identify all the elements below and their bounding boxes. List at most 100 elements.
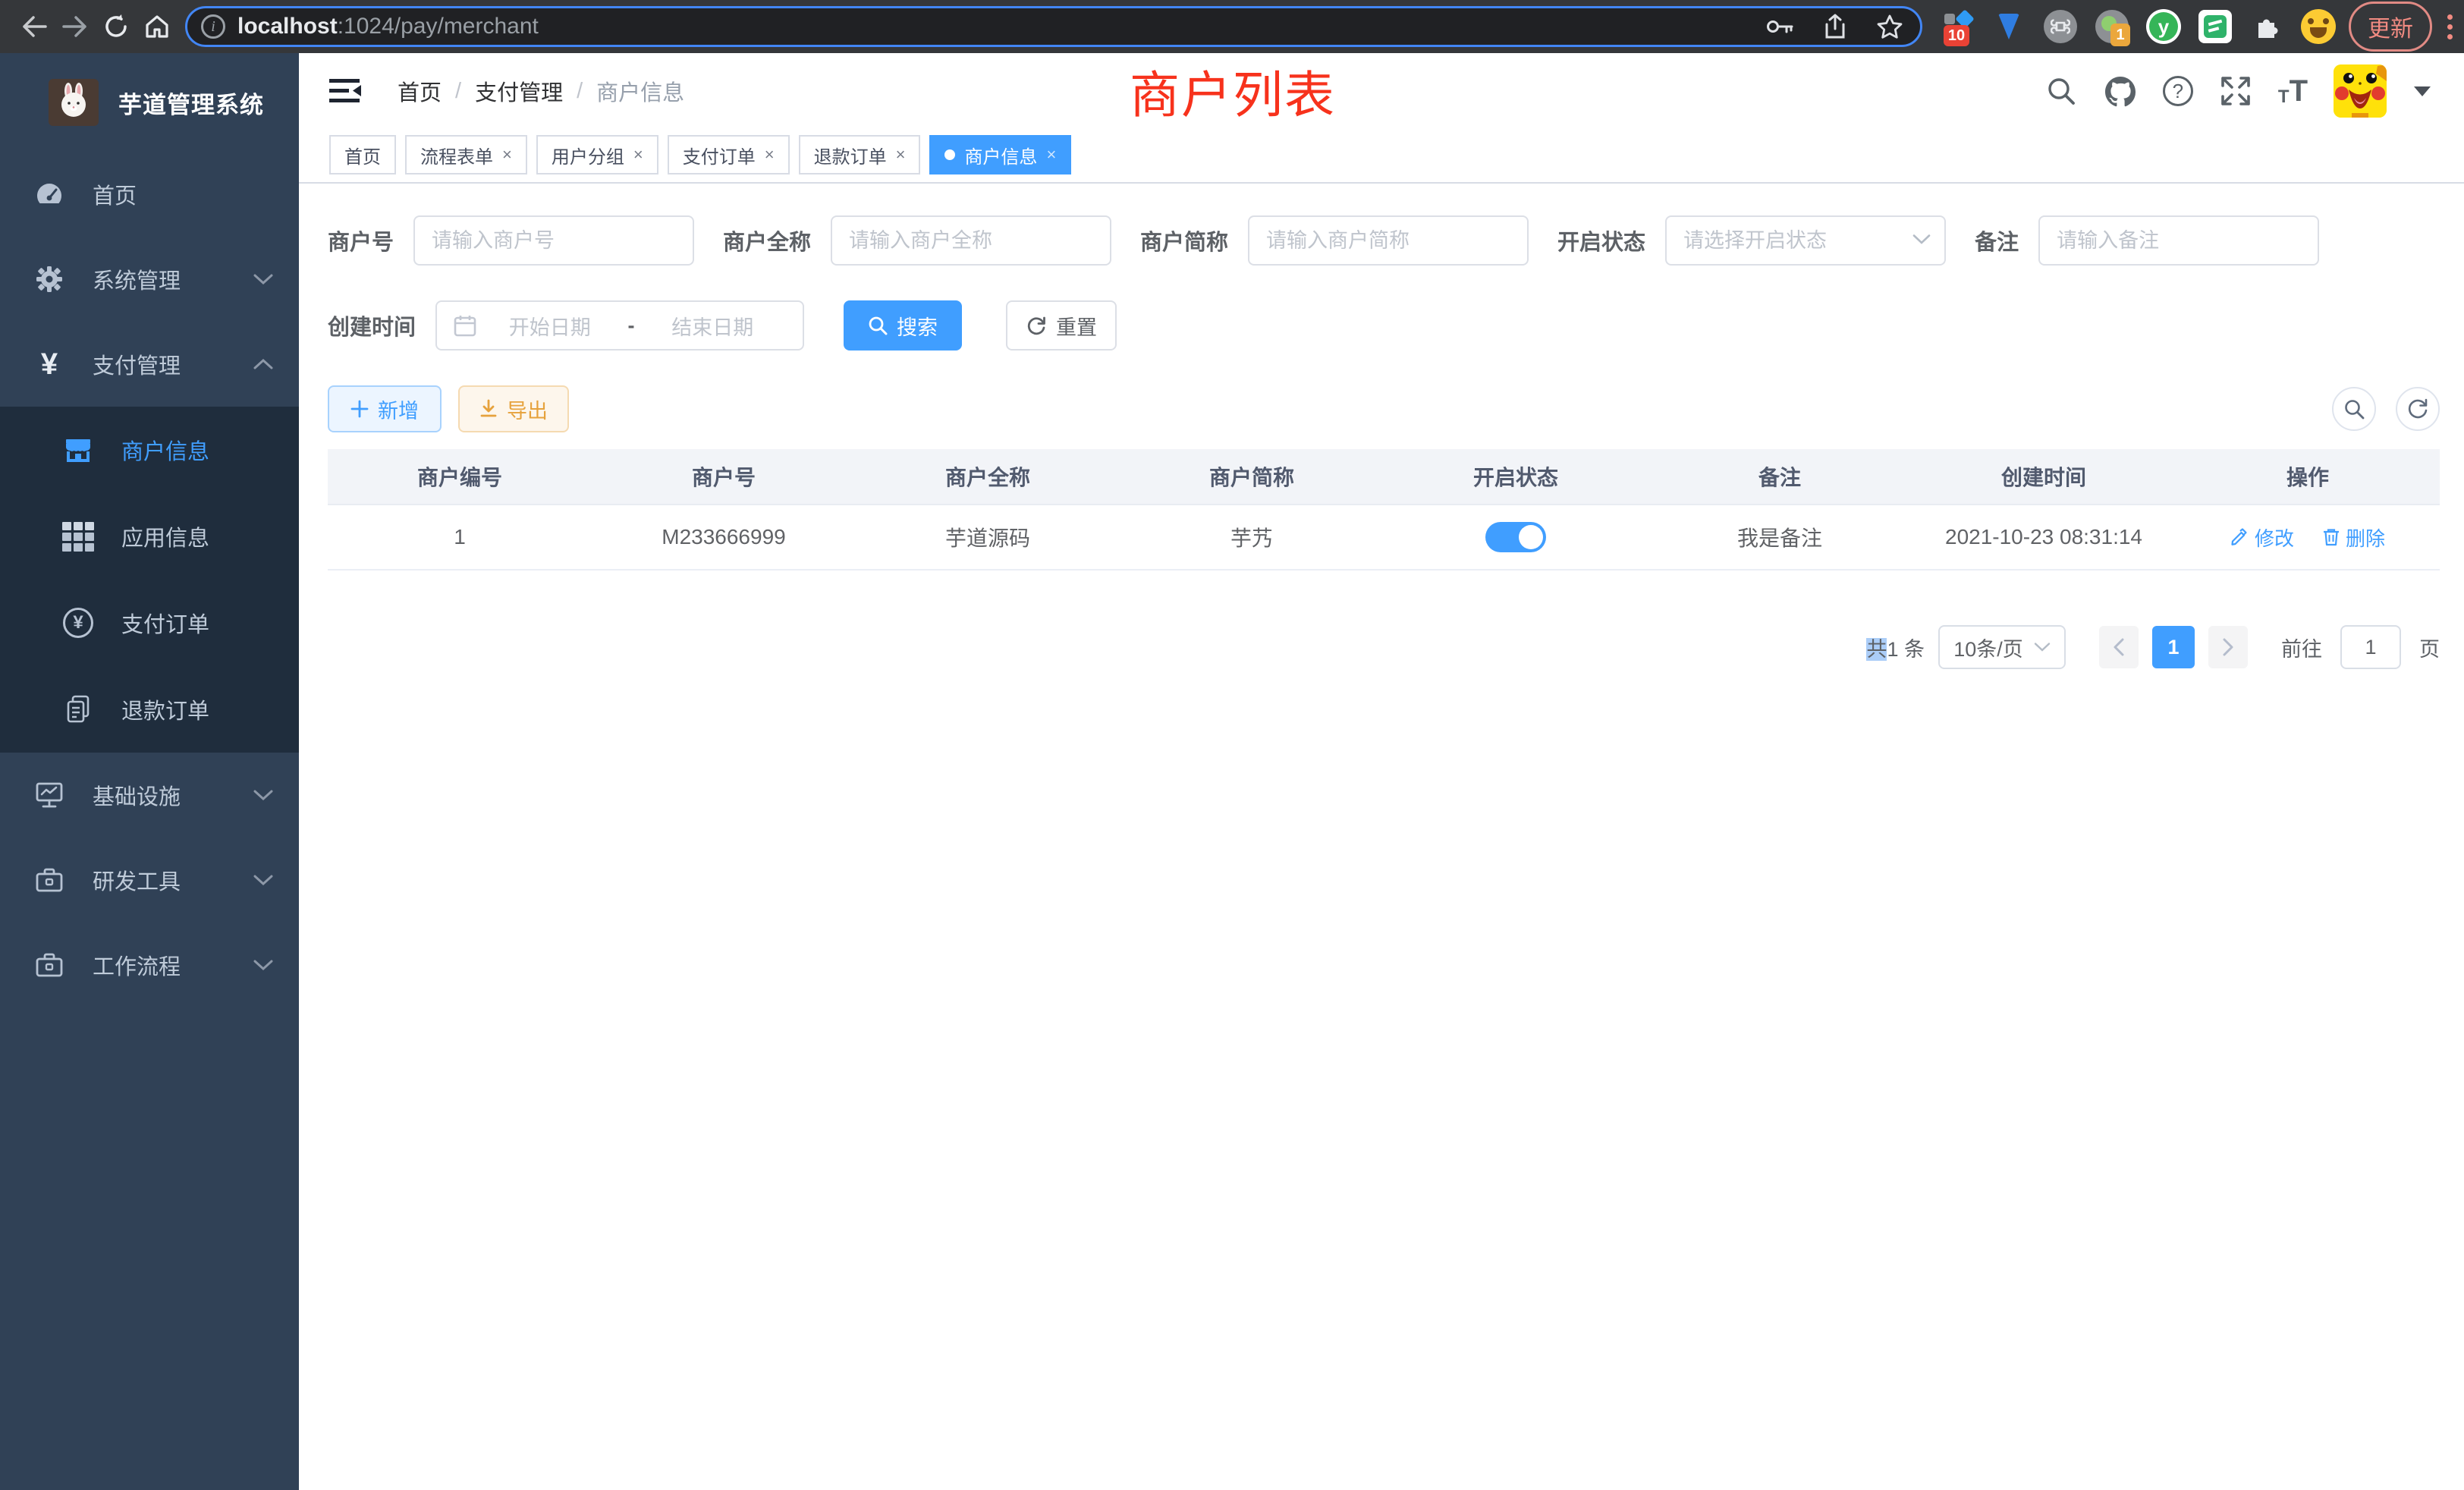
merchant-fullname-input[interactable] — [831, 215, 1111, 266]
status-select[interactable] — [1665, 215, 1946, 266]
password-key-icon[interactable] — [1764, 10, 1797, 43]
help-icon[interactable]: ? — [2163, 76, 2193, 106]
extensions-area: 10 1 y — [1939, 8, 2337, 45]
close-icon[interactable]: × — [502, 145, 512, 165]
tag-pay-order[interactable]: 支付订单× — [668, 135, 790, 174]
page-info-icon[interactable]: i — [201, 14, 225, 39]
goto-page-input[interactable] — [2340, 625, 2401, 669]
cell-merchant-no: M233666999 — [592, 525, 856, 549]
browser-update-button[interactable]: 更新 — [2349, 2, 2432, 52]
profile-emoji-avatar[interactable] — [2300, 8, 2337, 45]
sidebar-item-workflow[interactable]: 工作流程 — [0, 923, 299, 1007]
breadcrumb-pay[interactable]: 支付管理 — [475, 75, 563, 107]
prev-page-button[interactable] — [2099, 626, 2139, 668]
sidebar-item-refund-order[interactable]: 退款订单 — [0, 666, 299, 753]
pagination: 共1 条 10条/页 1 前往 页 — [328, 625, 2440, 669]
refresh-table-icon[interactable] — [2396, 387, 2440, 431]
date-start-placeholder[interactable]: 开始日期 — [476, 311, 624, 341]
delete-link[interactable]: 删除 — [2323, 523, 2385, 552]
browser-home-button[interactable] — [137, 6, 178, 47]
search-button[interactable]: 搜索 — [844, 300, 962, 350]
date-end-placeholder[interactable]: 结束日期 — [640, 311, 787, 341]
fullscreen-icon[interactable] — [2219, 74, 2252, 108]
chevron-down-icon — [253, 789, 273, 801]
sidebar-item-home[interactable]: 首页 — [0, 152, 299, 237]
page-number-1[interactable]: 1 — [2152, 626, 2195, 668]
page-header: 首页 / 支付管理 / 商户信息 商户列表 ? TT — [299, 53, 2464, 129]
edit-link[interactable]: 修改 — [2230, 523, 2294, 552]
remark-input[interactable] — [2038, 215, 2319, 266]
toolbox-icon — [27, 867, 71, 893]
toolbar: 新增 导出 — [328, 385, 2440, 432]
app-logo[interactable]: 芋道管理系统 — [0, 53, 299, 152]
page-unit: 页 — [2419, 633, 2440, 662]
extension-grid-icon[interactable]: 10 — [1939, 8, 1975, 45]
status-select-input[interactable] — [1665, 215, 1946, 266]
tag-process-form[interactable]: 流程表单× — [405, 135, 527, 174]
avatar-caret-icon[interactable] — [2414, 86, 2431, 96]
close-icon[interactable]: × — [633, 145, 643, 165]
chevron-down-icon — [253, 959, 273, 971]
export-button[interactable]: 导出 — [458, 385, 569, 432]
cell-merchant-id: 1 — [328, 525, 592, 549]
url-text[interactable]: localhost:1024/pay/merchant — [237, 14, 1764, 39]
browser-forward-button[interactable] — [55, 6, 96, 47]
gear-icon — [27, 266, 71, 293]
font-size-icon[interactable]: TT — [2278, 76, 2308, 106]
merchant-no-label: 商户号 — [328, 225, 394, 256]
collapse-sidebar-icon[interactable] — [329, 77, 363, 105]
table-grid-icon — [58, 522, 99, 552]
page-size-select[interactable]: 10条/页 — [1938, 625, 2066, 669]
merchant-no-input[interactable] — [413, 215, 694, 266]
header-search-icon[interactable] — [2044, 74, 2078, 108]
bookmark-star-icon[interactable] — [1873, 10, 1906, 43]
address-bar[interactable]: i localhost:1024/pay/merchant — [185, 6, 1922, 47]
extensions-puzzle-icon[interactable] — [2249, 8, 2285, 45]
extension-status-icon[interactable]: 1 — [2094, 8, 2130, 45]
breadcrumb: 首页 / 支付管理 / 商户信息 — [398, 75, 684, 107]
close-icon[interactable]: × — [765, 145, 775, 165]
next-page-button[interactable] — [2208, 626, 2248, 668]
add-button[interactable]: 新增 — [328, 385, 442, 432]
browser-menu-icon[interactable] — [2447, 14, 2453, 39]
user-avatar[interactable] — [2334, 64, 2387, 118]
sidebar-item-app-info[interactable]: 应用信息 — [0, 493, 299, 580]
cell-full-name: 芋道源码 — [856, 522, 1120, 552]
yen-circle-icon: ¥ — [58, 608, 99, 638]
tag-home[interactable]: 首页 — [329, 135, 396, 174]
sidebar-item-devtools[interactable]: 研发工具 — [0, 838, 299, 923]
sidebar-item-pay-order[interactable]: ¥ 支付订单 — [0, 580, 299, 666]
extension-chat-icon[interactable] — [2197, 8, 2233, 45]
reset-button[interactable]: 重置 — [1006, 300, 1117, 350]
extension-gem-icon[interactable] — [1991, 8, 2027, 45]
close-icon[interactable]: × — [1046, 145, 1056, 165]
breadcrumb-home[interactable]: 首页 — [398, 75, 442, 107]
browser-back-button[interactable] — [14, 6, 55, 47]
sidebar-item-system[interactable]: 系统管理 — [0, 237, 299, 322]
status-toggle[interactable] — [1485, 522, 1546, 552]
tag-user-group[interactable]: 用户分组× — [536, 135, 658, 174]
extension-yuque-icon[interactable]: y — [2145, 8, 2182, 45]
close-icon[interactable]: × — [896, 145, 906, 165]
browser-reload-button[interactable] — [96, 6, 137, 47]
cell-short-name: 芋艿 — [1120, 522, 1384, 552]
github-icon[interactable] — [2104, 74, 2137, 108]
share-icon[interactable] — [1818, 10, 1852, 43]
filter-row-1: 商户号 商户全称 商户简称 开启状态 — [328, 215, 2440, 266]
breadcrumb-current: 商户信息 — [596, 75, 684, 107]
monitor-chart-icon — [27, 781, 71, 809]
sidebar-item-merchant-info[interactable]: 商户信息 — [0, 407, 299, 493]
sidebar-item-pay[interactable]: ¥ 支付管理 — [0, 322, 299, 407]
content: 商户号 商户全称 商户简称 开启状态 — [299, 184, 2464, 669]
tag-merchant-info[interactable]: 商户信息× — [929, 135, 1071, 174]
browser-toolbar: i localhost:1024/pay/merchant 10 — [0, 0, 2464, 53]
merchant-shortname-input[interactable] — [1248, 215, 1529, 266]
date-range-picker[interactable]: 开始日期 - 结束日期 — [435, 300, 804, 350]
sidebar: 芋道管理系统 首页 — [0, 53, 299, 1490]
chevron-down-icon — [1912, 234, 1931, 245]
document-copy-icon — [58, 695, 99, 724]
toggle-search-icon[interactable] — [2332, 387, 2376, 431]
sidebar-item-infra[interactable]: 基础设施 — [0, 753, 299, 838]
extension-command-icon[interactable] — [2042, 8, 2079, 45]
tag-refund-order[interactable]: 退款订单× — [799, 135, 921, 174]
